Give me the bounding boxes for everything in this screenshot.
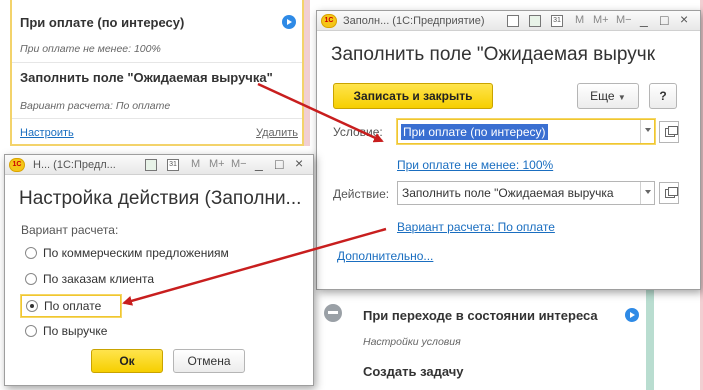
additional-link[interactable]: Дополнительно... xyxy=(337,249,433,263)
close-icon[interactable]: × xyxy=(680,11,688,27)
more-button[interactable]: Еще ▼ xyxy=(577,83,639,109)
more-label: Еще xyxy=(590,89,615,103)
memory-minus-icon[interactable]: M− xyxy=(616,14,632,26)
conditions-subtitle: Настройки условия xyxy=(363,336,461,348)
action-setup-window: 1С Н... (1С:Предл... 31 M M+ M− _ □ × На… xyxy=(4,154,314,386)
title-bar: 1С Н... (1С:Предл... 31 M M+ M− _ □ × xyxy=(5,155,313,175)
radio-option[interactable]: По заказам клиента xyxy=(21,271,291,289)
ok-button[interactable]: Ок xyxy=(91,349,163,373)
radio-label: По заказам клиента xyxy=(43,272,155,286)
radio-button[interactable] xyxy=(25,247,37,259)
calc-variant-link[interactable]: Вариант расчета: По оплате xyxy=(397,220,555,234)
radio-button[interactable] xyxy=(25,273,37,285)
radio-option[interactable]: По коммерческим предложениям xyxy=(21,245,291,263)
fill-field-window: 1С Заполн... (1С:Предприятие) 31 M M+ M−… xyxy=(316,10,701,290)
background-card-actions: При оплате (по интересу) При оплате не м… xyxy=(10,0,304,146)
decor-stripe xyxy=(646,290,654,390)
close-icon[interactable]: × xyxy=(295,155,303,171)
1c-logo-icon: 1С xyxy=(321,14,337,28)
memory-icon[interactable]: M xyxy=(191,158,200,170)
memory-plus-icon[interactable]: M+ xyxy=(593,14,609,26)
1c-logo-icon: 1С xyxy=(9,158,25,172)
calc-variant-radio-group: По коммерческим предложениям По заказам … xyxy=(21,243,301,341)
open-icon[interactable] xyxy=(659,121,679,143)
memory-plus-icon[interactable]: M+ xyxy=(209,158,225,170)
minimize-icon[interactable]: _ xyxy=(640,11,648,27)
minimize-icon[interactable]: _ xyxy=(255,155,263,171)
save-close-button[interactable]: Записать и закрыть xyxy=(333,83,493,109)
item1-title[interactable]: При оплате (по интересу) xyxy=(20,15,184,30)
action-value: Заполнить поле "Ожидаемая выручка xyxy=(402,186,614,200)
state-icon-mark xyxy=(328,311,338,314)
condition-label: Условие: xyxy=(333,125,383,139)
help-button[interactable]: ? xyxy=(649,83,677,109)
maximize-icon[interactable]: □ xyxy=(660,12,668,28)
delete-link[interactable]: Удалить xyxy=(256,127,298,139)
calc-variant-label: Вариант расчета: xyxy=(21,223,119,237)
title-bar: 1С Заполн... (1С:Предприятие) 31 M M+ M−… xyxy=(317,11,700,31)
cancel-button[interactable]: Отмена xyxy=(173,349,245,373)
divider xyxy=(12,118,302,119)
maximize-icon[interactable]: □ xyxy=(275,156,283,172)
item1-subtitle: При оплате не менее: 100% xyxy=(20,43,161,55)
item2-subtitle: Вариант расчета: По оплате xyxy=(20,100,171,112)
print-icon[interactable] xyxy=(507,15,519,27)
create-task-title[interactable]: Создать задачу xyxy=(363,364,464,379)
calculator-icon[interactable] xyxy=(145,159,157,171)
open-icon[interactable] xyxy=(659,182,679,204)
radio-option-selected[interactable]: По оплате xyxy=(21,295,121,317)
radio-option[interactable]: По выручке xyxy=(21,323,291,341)
background-card-states: При переходе в состоянии интереса Настро… xyxy=(316,290,646,390)
decor-stripe xyxy=(304,0,310,146)
memory-icon[interactable]: M xyxy=(575,14,584,26)
calendar-icon[interactable]: 31 xyxy=(551,15,563,27)
action-label: Действие: xyxy=(333,187,390,201)
radio-label: По коммерческим предложениям xyxy=(43,246,229,260)
radio-button-checked[interactable] xyxy=(26,300,38,312)
form-heading: Настройка действия (Заполни... xyxy=(19,188,302,209)
item2-title[interactable]: Заполнить поле "Ожидаемая выручка" xyxy=(20,70,273,85)
condition-link[interactable]: При оплате не менее: 100% xyxy=(397,158,553,172)
radio-label: По выручке xyxy=(43,324,108,338)
play-icon[interactable] xyxy=(625,308,639,322)
dropdown-icon[interactable] xyxy=(640,182,654,204)
condition-field[interactable]: При оплате (по интересу) xyxy=(397,119,655,144)
radio-label: По оплате xyxy=(44,299,102,313)
state-title[interactable]: При переходе в состоянии интереса xyxy=(363,308,598,323)
radio-button[interactable] xyxy=(25,325,37,337)
play-icon[interactable] xyxy=(282,15,296,29)
condition-value: При оплате (по интересу) xyxy=(401,124,548,140)
memory-minus-icon[interactable]: M− xyxy=(231,158,247,170)
dropdown-icon[interactable] xyxy=(640,120,654,143)
action-field[interactable]: Заполнить поле "Ожидаемая выручка xyxy=(397,181,655,205)
window-title: Заполн... (1С:Предприятие) xyxy=(343,15,485,27)
window-title: Н... (1С:Предл... xyxy=(33,159,116,171)
calendar-icon[interactable]: 31 xyxy=(167,159,179,171)
form-heading: Заполнить поле "Ожидаемая выручк xyxy=(331,44,656,65)
chevron-down-icon: ▼ xyxy=(617,93,626,102)
setup-link[interactable]: Настроить xyxy=(20,127,74,139)
calculator-icon[interactable] xyxy=(529,15,541,27)
divider xyxy=(12,62,302,63)
